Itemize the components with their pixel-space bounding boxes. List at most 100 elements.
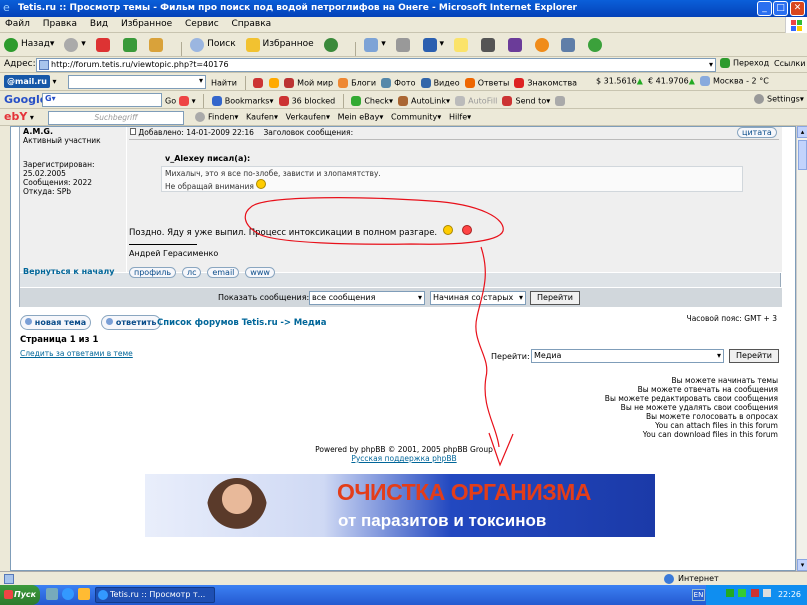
arrow-head [488,432,514,467]
address-label: Адрес: [4,59,36,69]
ebay-my-ebay[interactable]: Mein eBay [338,113,380,122]
usd-rate[interactable]: $ 31.5616 [596,77,637,86]
mailru-link-photo[interactable]: Фото [394,79,415,88]
bookmark-tool-button[interactable] [561,37,578,52]
ebay-help[interactable]: Hilfe [449,113,467,122]
history-button[interactable] [323,37,341,52]
mailru-link-video[interactable]: Видео [434,79,460,88]
ebay-logo[interactable]: ebY [4,110,27,123]
stop-button[interactable] [95,37,113,52]
ebay-buy[interactable]: Kaufen [246,113,274,122]
page-status-icon [4,574,14,584]
mailru-find-button[interactable]: Найти [211,79,237,88]
google-settings-button[interactable]: Settings▾ [754,94,804,104]
links-button[interactable]: Ссылки [774,59,805,68]
window-title: Tetis.ru :: Просмотр темы - Фильм про по… [18,3,577,13]
google-tools-icon[interactable] [178,96,189,106]
google-logo[interactable]: Google [4,93,47,106]
weather[interactable]: Москва - 2 °C [713,77,769,86]
menu-file[interactable]: Файл [5,17,30,32]
messenger-button[interactable] [480,37,498,52]
answers-icon [464,78,475,88]
mailru-link-answers[interactable]: Ответы [478,79,510,88]
quicklaunch-desktop-icon[interactable] [46,588,58,600]
popup-blocked-button[interactable]: 36 blocked [292,97,336,106]
edit-button[interactable]: ▾ [422,33,444,56]
clock: 22:26 [777,590,801,599]
standard-toolbar: Назад ▾ ▾ Поиск Избранное ▾ ▾ [0,33,807,57]
highlight-icon[interactable] [555,96,566,106]
google-autolink-button[interactable]: AutoLink [411,97,446,106]
mymir-icon [284,78,295,88]
mail-button[interactable]: ▾ [364,33,386,56]
research-button[interactable] [507,37,525,52]
mailru-search-input[interactable]: ▾ [68,75,206,89]
refresh-button[interactable] [122,37,140,52]
taskbar-ie-task[interactable]: Tetis.ru :: Просмотр т... [95,587,215,603]
windows-flag-icon [785,17,807,33]
google-bookmarks-button[interactable]: Bookmarks [225,97,270,106]
photo-icon [381,78,392,88]
back-button[interactable]: Назад ▾ [4,33,54,56]
scroll-up-button[interactable]: ▴ [797,126,807,138]
pencil-icon [253,78,264,88]
menu-tools[interactable]: Сервис [185,17,219,32]
back-arrow-icon [4,37,18,52]
mailru-link-blogs[interactable]: Блоги [351,79,376,88]
mailru-link-dating[interactable]: Знакомства [527,79,577,88]
google-check-button[interactable]: Check [364,97,389,106]
page-icon [39,60,49,70]
favorites-button[interactable]: Избранное [245,33,314,56]
sun-icon [268,78,279,88]
menu-view[interactable]: Вид [90,17,108,32]
tray-agent-icon[interactable] [738,589,747,597]
search-icon [190,37,205,52]
ebay-menu: Finden▾ Kaufen▾ Verkaufen▾ Mein eBay▾ Co… [195,112,471,122]
maximize-button[interactable]: □ [773,1,788,16]
address-input[interactable]: http://forum.tetis.ru/viewtopic.php?t=40… [36,58,716,72]
ebay-find[interactable]: Finden [208,113,234,122]
scroll-thumb[interactable] [798,140,807,170]
tray-volume-icon[interactable] [763,589,772,597]
google-actions: Go ▾ Bookmarks▾ 36 blocked Check▾ AutoLi… [165,94,568,108]
menu-edit[interactable]: Правка [43,17,77,32]
mailru-agent-button[interactable] [534,37,552,52]
google-autofill-button[interactable]: AutoFill [468,97,497,106]
discuss-button[interactable] [453,37,471,52]
mail-icon [364,37,379,52]
popup-blocker-icon [278,96,289,106]
quicklaunch-mail-icon[interactable] [78,588,90,600]
mailru-link-mymir[interactable]: Мой мир [297,79,333,88]
menu-favorites[interactable]: Избранное [121,17,172,32]
language-indicator[interactable]: EN [692,589,705,601]
ebay-sell[interactable]: Verkaufen [286,113,326,122]
ebay-community[interactable]: Community [391,113,437,122]
mailru-actions: Найти Мой мир Блоги Фото Видео Ответы Зн… [211,76,577,90]
tray-network-icon[interactable] [725,589,734,597]
google-sendto-button[interactable]: Send to [515,97,546,106]
search-button[interactable]: Поиск [190,33,236,56]
sendto-icon [502,96,513,106]
google-go-button[interactable]: Go [165,97,176,106]
home-button[interactable] [149,37,166,52]
ebay-search-input[interactable]: Suchbegriff [48,111,184,125]
minimize-button[interactable]: _ [757,1,772,16]
close-button[interactable]: ✕ [790,1,805,16]
tray-antivirus-icon[interactable] [750,589,759,597]
mailru-logo[interactable]: @mail.ru [4,75,50,88]
google-search-input[interactable]: G▾ [42,93,162,107]
msn-button[interactable] [588,37,605,52]
word-icon [422,37,437,52]
go-button[interactable]: Переход [720,58,769,68]
address-dropdown-icon[interactable]: ▾ [709,59,713,71]
eur-rate[interactable]: € 41.9706 [648,77,689,86]
scroll-down-button[interactable]: ▾ [797,559,807,571]
vertical-scrollbar[interactable]: ▴ ▾ [796,126,807,571]
quicklaunch-ie-icon[interactable] [62,588,74,600]
research-icon [507,37,522,52]
print-button[interactable] [395,37,413,52]
menu-help[interactable]: Справка [232,17,272,32]
up-arrow-icon: ▲ [688,76,695,86]
taskbar: Пуск Tetis.ru :: Просмотр т... EN 22:26 [0,585,807,605]
forward-button[interactable]: ▾ [64,33,86,56]
